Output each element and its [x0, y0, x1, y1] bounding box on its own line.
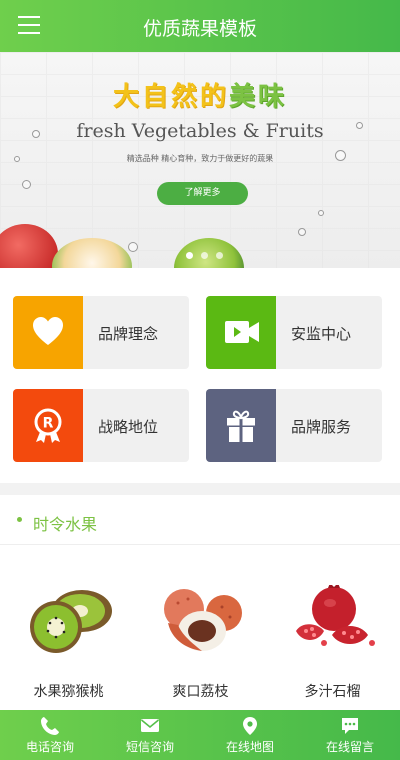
product-name: 爽口荔枝: [172, 684, 229, 700]
phone-icon: [41, 717, 59, 735]
product-name: 水果猕猴桃: [33, 684, 104, 700]
feature-icon-tile: [206, 389, 276, 462]
map-pin-icon: [243, 717, 257, 735]
feature-label: 品牌服务: [291, 418, 352, 436]
product-item[interactable]: 水果猕猴桃: [2, 555, 135, 705]
water-drop: [356, 122, 363, 129]
banner-title: 大自然的美味: [0, 76, 400, 113]
section-bullet: [17, 517, 22, 522]
nav-label: 在线地图: [225, 740, 274, 754]
svg-text:R: R: [43, 416, 54, 432]
feature-icon-tile: R: [13, 389, 83, 462]
water-drop: [298, 228, 306, 236]
feature-grid: 品牌理念 安监中心 R 战略地位 品牌服务: [0, 268, 400, 483]
product-item[interactable]: 爽口荔枝: [134, 555, 267, 705]
banner-subtitle: fresh Vegetables & Fruits: [76, 120, 324, 142]
carousel-dot[interactable]: [201, 252, 208, 259]
gift-icon: [227, 410, 255, 442]
header-bar: 优质蔬果模板: [0, 0, 400, 52]
feature-brand-service[interactable]: 品牌服务: [206, 389, 382, 462]
water-drop: [14, 156, 20, 162]
feature-icon-tile: [13, 296, 83, 369]
registered-badge-icon: R: [34, 408, 62, 443]
section-title: 时令水果: [33, 515, 98, 534]
heart-icon: [33, 317, 63, 345]
carousel-dot[interactable]: [186, 252, 193, 259]
seasonal-fruits-section: 时令水果 水果猕猴桃 爽口荔枝 多汁石榴: [0, 495, 400, 710]
water-drop: [335, 150, 346, 161]
feature-strategic-position[interactable]: R 战略地位: [13, 389, 189, 462]
nav-label: 电话咨询: [25, 740, 74, 754]
nav-sms-consult[interactable]: 短信咨询: [100, 710, 200, 760]
video-camera-icon: [225, 321, 259, 343]
banner-title-part1: 大自然的: [112, 82, 229, 112]
water-drop: [22, 180, 31, 189]
feature-safety-center[interactable]: 安监中心: [206, 296, 382, 369]
bottom-nav: 电话咨询 短信咨询 在线地图 在线留言: [0, 710, 400, 760]
feature-label: 安监中心: [291, 325, 352, 343]
product-name: 多汁石榴: [304, 684, 361, 700]
feature-label: 战略地位: [98, 418, 159, 436]
feature-icon-tile: [206, 296, 276, 369]
nav-online-map[interactable]: 在线地图: [200, 710, 300, 760]
water-drop: [128, 242, 138, 252]
product-item[interactable]: 多汁石榴: [266, 555, 399, 705]
learn-more-button[interactable]: 了解更多: [157, 182, 248, 205]
feature-brand-concept[interactable]: 品牌理念: [13, 296, 189, 369]
chat-icon: [342, 718, 358, 734]
kiwi-image: [30, 590, 112, 653]
nav-label: 在线留言: [325, 740, 374, 754]
envelope-icon: [140, 719, 160, 732]
banner-title-part2: 美味: [229, 82, 288, 112]
section-header: 时令水果: [0, 495, 400, 545]
nav-online-message[interactable]: 在线留言: [300, 710, 400, 760]
nav-phone-consult[interactable]: 电话咨询: [0, 710, 100, 760]
hero-banner[interactable]: 大自然的美味 fresh Vegetables & Fruits 精选品种 精心…: [0, 52, 400, 268]
feature-label: 品牌理念: [98, 325, 159, 343]
page: 优质蔬果模板 大自然的美味 fresh Vegetables & Fruits …: [0, 0, 400, 760]
water-drop: [318, 210, 324, 216]
carousel-dots: [186, 252, 223, 259]
water-drop: [32, 130, 40, 138]
carousel-dot[interactable]: [216, 252, 223, 259]
page-title: 优质蔬果模板: [142, 18, 257, 40]
nav-label: 短信咨询: [125, 740, 174, 754]
lychee-image: [164, 589, 242, 651]
pomegranate-image: [296, 585, 375, 646]
